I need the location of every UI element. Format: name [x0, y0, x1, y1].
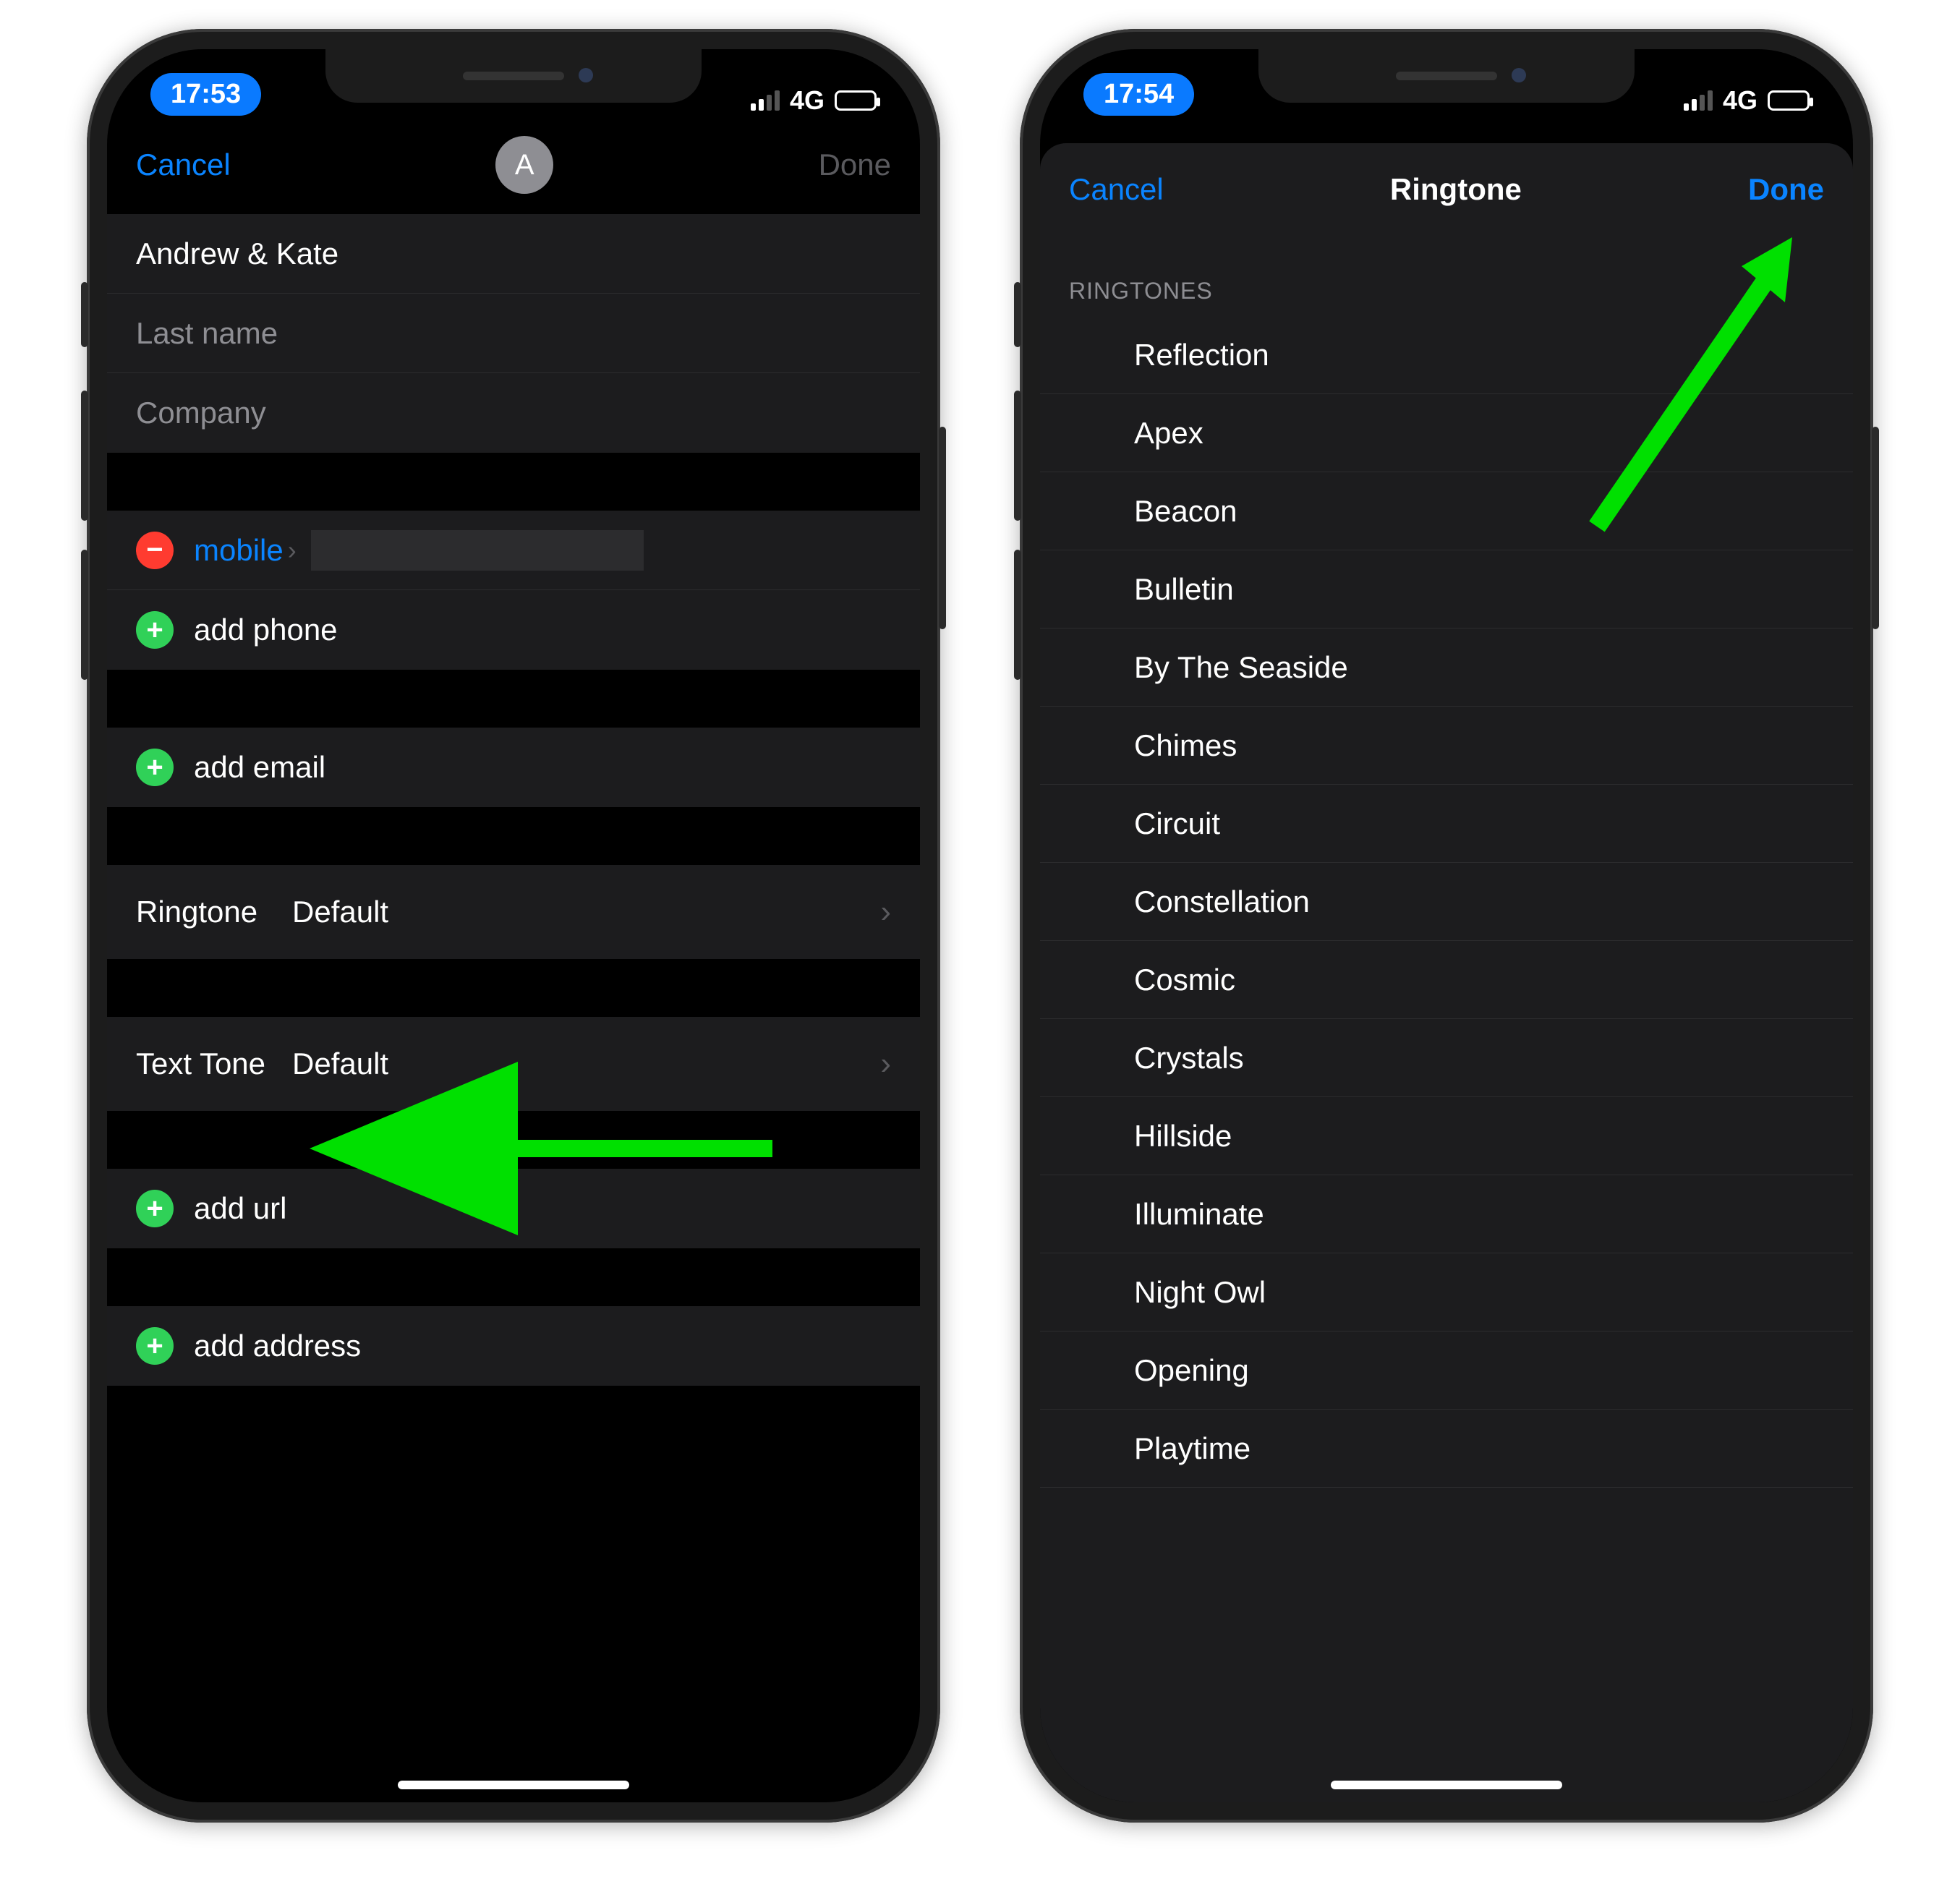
annotation-arrow-right [1568, 237, 1828, 559]
ringtone-item[interactable]: Cosmic [1040, 941, 1853, 1019]
add-email-label: add email [194, 750, 325, 785]
cancel-button[interactable]: Cancel [1069, 172, 1164, 207]
ringtone-row[interactable]: Ringtone Default › [107, 865, 920, 959]
status-time: 17:53 [150, 73, 261, 116]
add-url-label: add url [194, 1191, 286, 1226]
signal-icon [1684, 90, 1713, 111]
phone-number-redacted[interactable] [311, 530, 644, 571]
plus-icon[interactable]: + [136, 749, 174, 786]
phone-type-label[interactable]: mobile [194, 533, 284, 568]
ringtone-item[interactable]: Circuit [1040, 785, 1853, 863]
signal-icon [751, 90, 780, 111]
cancel-button[interactable]: Cancel [136, 148, 231, 182]
ringtone-item[interactable]: Playtime [1040, 1410, 1853, 1488]
plus-icon[interactable]: + [136, 611, 174, 649]
status-time: 17:54 [1083, 73, 1194, 116]
ringtone-item[interactable]: Night Owl [1040, 1253, 1853, 1331]
last-name-input[interactable] [136, 316, 891, 351]
ringtone-nav: Cancel Ringtone Done [1040, 143, 1853, 227]
annotation-arrow-left [454, 1112, 787, 1188]
avatar[interactable]: A [495, 136, 553, 194]
texttone-value: Default [292, 1047, 388, 1081]
ringtone-item[interactable]: Bulletin [1040, 550, 1853, 628]
first-name-input[interactable] [136, 236, 891, 271]
phone-right: 17:54 4G Cancel Ringtone Done RINGTONES … [1020, 29, 1873, 1823]
notch [1258, 49, 1635, 103]
ringtone-item[interactable]: Hillside [1040, 1097, 1853, 1175]
add-phone-row[interactable]: + add phone [107, 590, 920, 670]
plus-icon[interactable]: + [136, 1327, 174, 1365]
done-button[interactable]: Done [819, 148, 891, 182]
chevron-right-icon: › [880, 894, 891, 930]
ringtone-item[interactable]: By The Seaside [1040, 628, 1853, 707]
home-indicator[interactable] [398, 1781, 629, 1789]
network-label: 4G [790, 85, 825, 116]
ringtone-item[interactable]: Constellation [1040, 863, 1853, 941]
notch [325, 49, 702, 103]
home-indicator[interactable] [1331, 1781, 1562, 1789]
nav-title: Ringtone [1390, 172, 1522, 207]
ringtone-item[interactable]: Opening [1040, 1331, 1853, 1410]
ringtone-item[interactable]: Illuminate [1040, 1175, 1853, 1253]
add-address-row[interactable]: + add address [107, 1306, 920, 1386]
minus-icon[interactable]: − [136, 532, 174, 569]
texttone-row[interactable]: Text Tone Default › [107, 1017, 920, 1111]
ringtone-item[interactable]: Chimes [1040, 707, 1853, 785]
battery-icon [835, 90, 877, 111]
first-name-field[interactable] [107, 214, 920, 294]
add-address-label: add address [194, 1329, 361, 1363]
company-field[interactable] [107, 373, 920, 453]
ringtone-item[interactable]: Crystals [1040, 1019, 1853, 1097]
plus-icon[interactable]: + [136, 1190, 174, 1227]
ringtone-value: Default [292, 895, 388, 929]
add-email-row[interactable]: + add email [107, 728, 920, 807]
last-name-field[interactable] [107, 294, 920, 373]
phone-left: 17:53 4G Cancel A Done [87, 29, 940, 1823]
phone-entry-row[interactable]: − mobile › [107, 511, 920, 590]
edit-contact-nav: Cancel A Done [107, 122, 920, 214]
add-phone-label: add phone [194, 613, 338, 647]
battery-icon [1768, 90, 1810, 111]
company-input[interactable] [136, 396, 891, 430]
network-label: 4G [1723, 85, 1757, 116]
chevron-right-icon: › [880, 1046, 891, 1082]
chevron-right-icon: › [288, 535, 297, 566]
ringtone-label: Ringtone [136, 895, 281, 929]
texttone-label: Text Tone [136, 1047, 281, 1081]
done-button[interactable]: Done [1748, 172, 1824, 207]
